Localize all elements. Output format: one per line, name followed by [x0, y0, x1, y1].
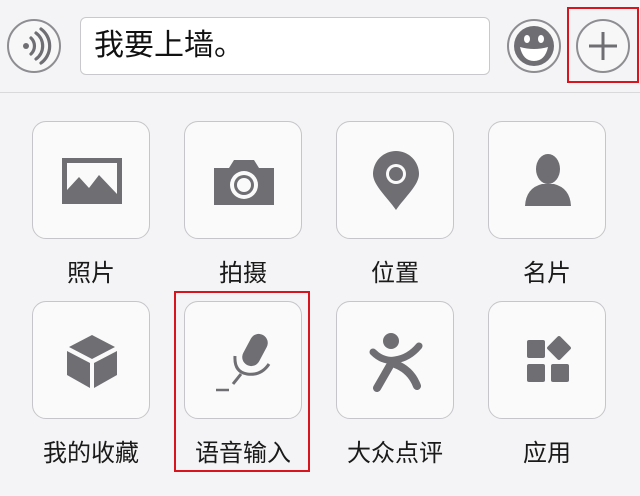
panel-item-favorites[interactable]: 我的收藏 — [32, 301, 150, 468]
panel-item-label: 我的收藏 — [43, 439, 139, 467]
tile-photo[interactable] — [32, 121, 150, 239]
panel-item-label: 拍摄 — [219, 259, 267, 287]
input-bar: 我要上墙。 — [0, 0, 640, 93]
tile-voice-input[interactable] — [184, 301, 302, 419]
emoji-button[interactable] — [507, 19, 561, 73]
tile-location[interactable] — [336, 121, 454, 239]
panel-item-voice-input[interactable]: 语音输入 — [184, 301, 302, 468]
panel-item-label: 语音输入 — [195, 439, 291, 467]
panel-item-apps[interactable]: 应用 — [488, 301, 606, 468]
tile-apps[interactable] — [488, 301, 606, 419]
panel-item-location[interactable]: 位置 — [336, 121, 454, 288]
panel-item-dianping[interactable]: 大众点评 — [336, 301, 454, 468]
panel-item-label: 名片 — [523, 259, 571, 287]
panel-item-label: 位置 — [371, 259, 419, 287]
panel-item-label: 大众点评 — [347, 439, 443, 467]
voice-toggle-button[interactable] — [7, 19, 61, 73]
chat-input-screen: 我要上墙。 照片 拍摄 位置 名片 我的收藏 语音输入 大众点评 应用 — [0, 0, 640, 496]
tile-card[interactable] — [488, 121, 606, 239]
panel-item-camera[interactable]: 拍摄 — [184, 121, 302, 288]
tile-dianping[interactable] — [336, 301, 454, 419]
attachment-panel: 照片 拍摄 位置 名片 我的收藏 语音输入 大众点评 应用 — [0, 93, 640, 496]
message-input[interactable]: 我要上墙。 — [80, 17, 490, 75]
tile-favorites[interactable] — [32, 301, 150, 419]
panel-item-card[interactable]: 名片 — [488, 121, 606, 288]
more-button[interactable] — [576, 19, 630, 73]
panel-item-label: 照片 — [67, 259, 115, 287]
panel-item-photo[interactable]: 照片 — [32, 121, 150, 288]
tile-camera[interactable] — [184, 121, 302, 239]
panel-item-label: 应用 — [523, 439, 571, 467]
